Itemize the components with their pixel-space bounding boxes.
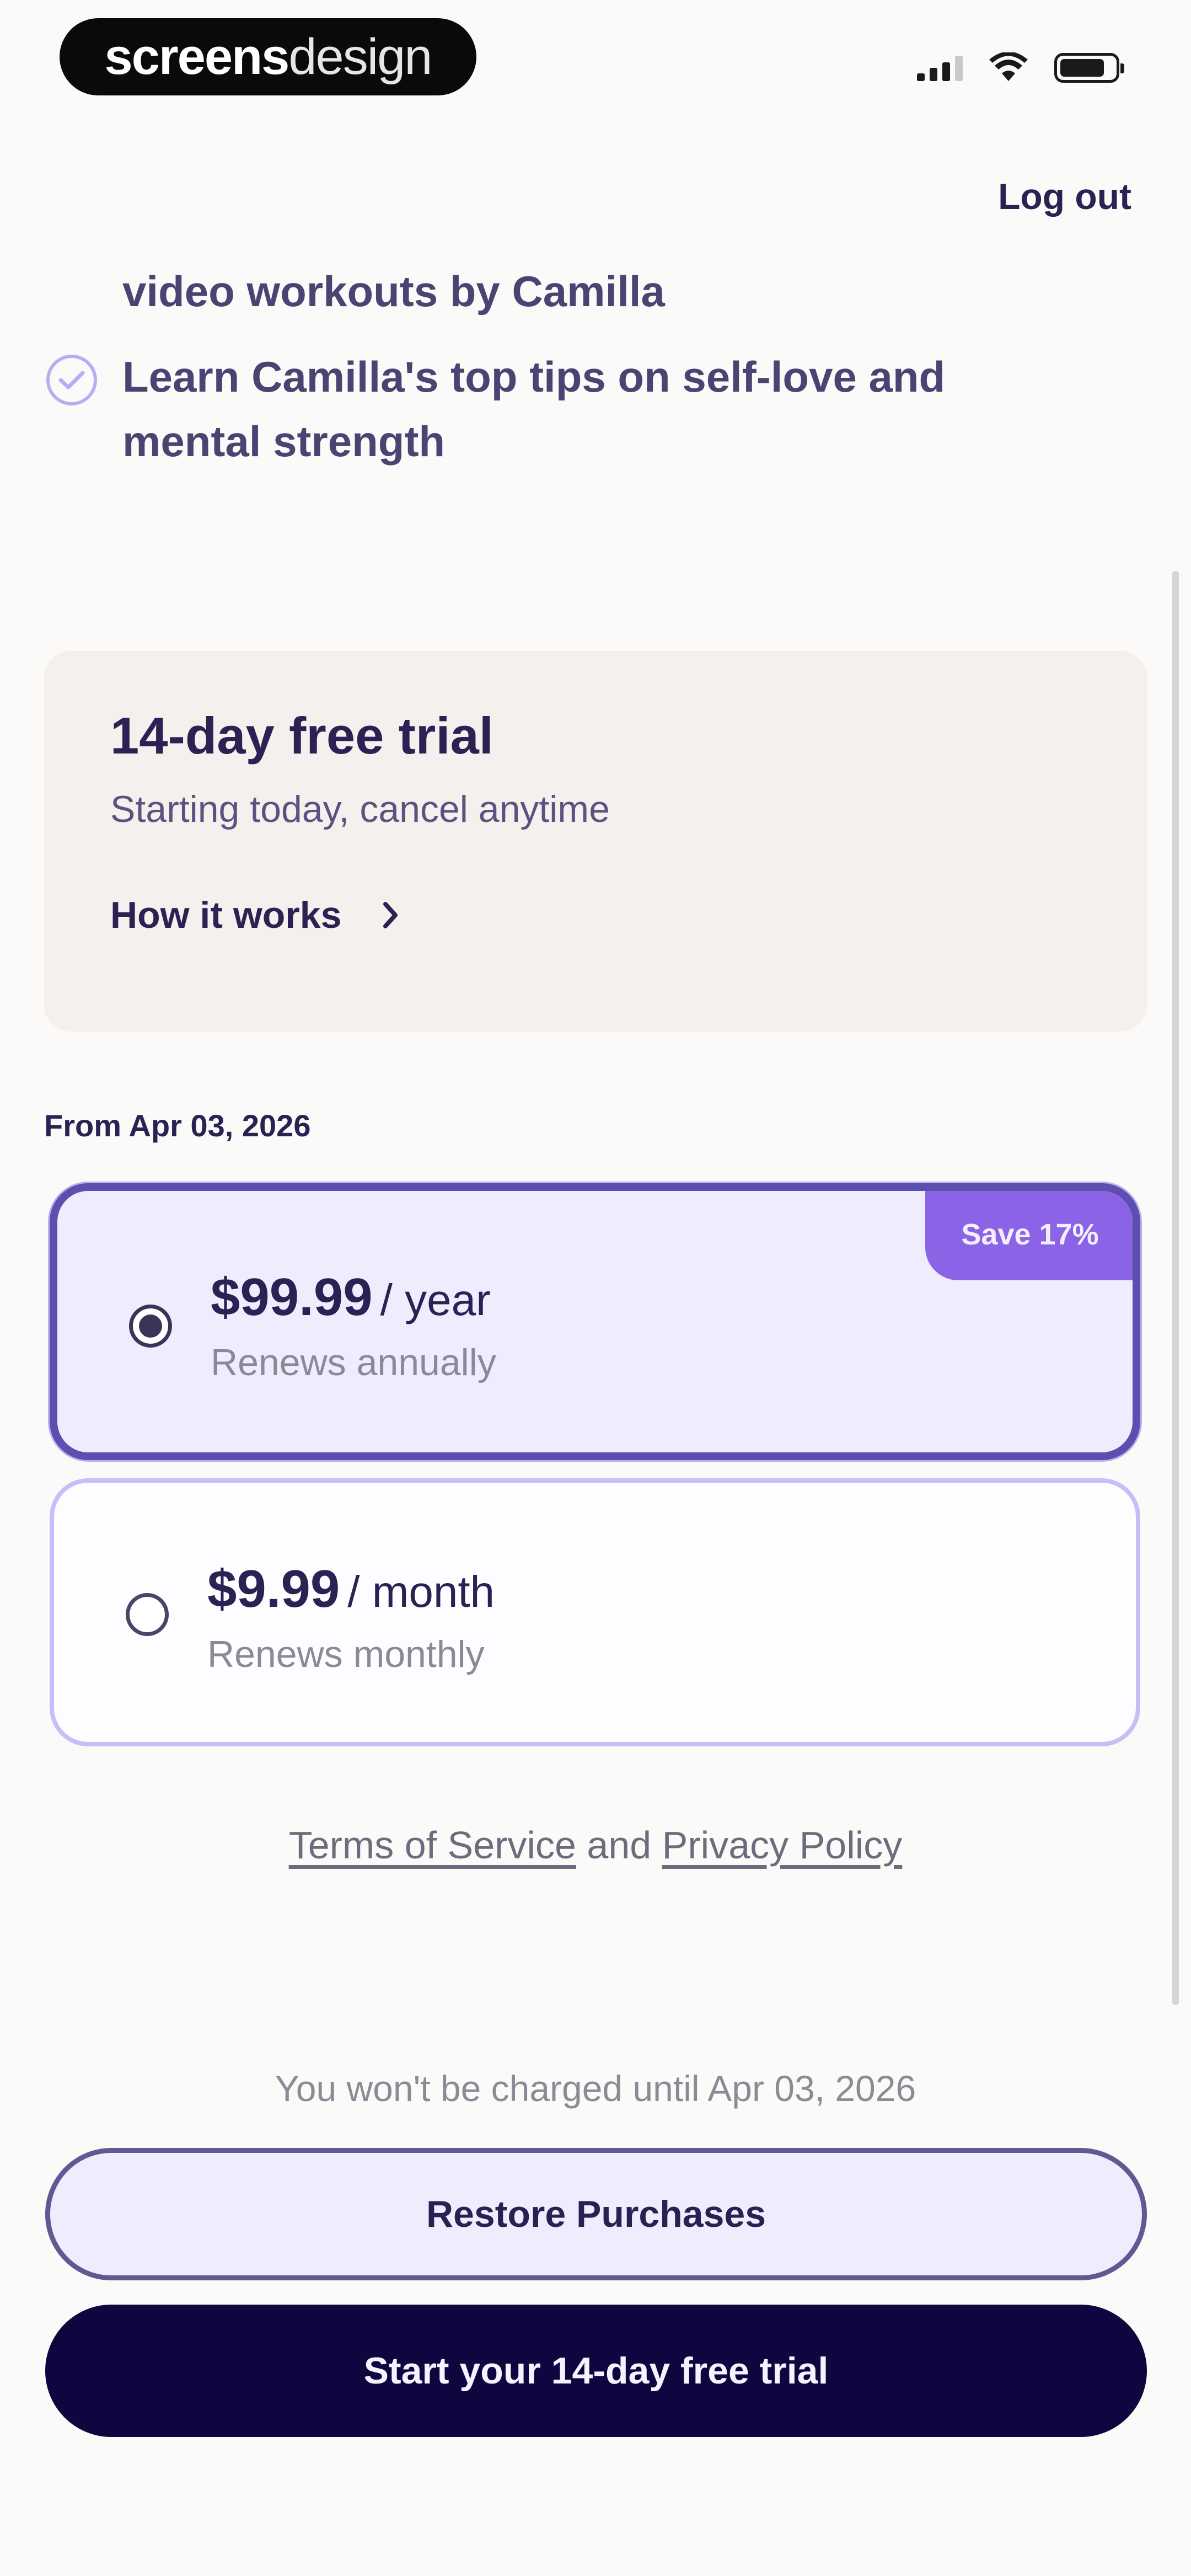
radio-selected-icon[interactable]: [129, 1305, 172, 1348]
logout-button[interactable]: Log out: [998, 175, 1131, 217]
plan-renewal-text: Renews annually: [211, 1342, 496, 1383]
radio-unselected-icon[interactable]: [126, 1593, 169, 1636]
trial-subtitle: Starting today, cancel anytime: [110, 788, 610, 830]
plans-start-date: From Apr 03, 2026: [44, 1108, 311, 1143]
feature-item: Learn Camilla's top tips on self-love an…: [46, 345, 1094, 474]
plan-price-line: $9.99 / month: [207, 1559, 495, 1620]
status-icons: [917, 49, 1124, 87]
plan-price: $9.99: [207, 1559, 340, 1618]
battery-icon: [1054, 53, 1124, 83]
start-trial-button[interactable]: Start your 14-day free trial: [45, 2305, 1147, 2437]
wifi-icon: [989, 52, 1028, 81]
status-bar: screens design: [0, 0, 1191, 132]
legal-and-text: and: [587, 1824, 652, 1867]
plan-period: / month: [347, 1567, 495, 1616]
signal-icon: [917, 55, 963, 81]
privacy-policy-link[interactable]: Privacy Policy: [662, 1824, 903, 1867]
scrollbar[interactable]: [1172, 571, 1179, 2005]
brand-text-light: design: [288, 28, 432, 85]
feature-continued-text: video workouts by Camilla: [122, 267, 665, 316]
save-badge: Save 17%: [925, 1191, 1133, 1280]
plan-option-monthly[interactable]: $9.99 / month Renews monthly: [50, 1478, 1140, 1746]
plan-renewal-text: Renews monthly: [207, 1633, 485, 1675]
plan-price-line: $99.99 / year: [211, 1267, 491, 1328]
how-it-works-link[interactable]: How it works: [110, 894, 400, 937]
how-it-works-label: How it works: [110, 894, 342, 936]
brand-text-bold: screens: [104, 28, 290, 85]
billing-notice: You won't be charged until Apr 03, 2026: [275, 2068, 916, 2109]
feature-item-text: Learn Camilla's top tips on self-love an…: [122, 352, 946, 466]
check-circle-icon: [46, 355, 97, 405]
chevron-right-icon: [383, 902, 398, 928]
terms-of-service-link[interactable]: Terms of Service: [289, 1824, 576, 1867]
plan-price: $99.99: [211, 1268, 373, 1327]
restore-purchases-button[interactable]: Restore Purchases: [45, 2148, 1147, 2280]
trial-info-card: 14-day free trial Starting today, cancel…: [44, 651, 1147, 1032]
legal-links: Terms of Service and Privacy Policy: [0, 1823, 1191, 1867]
trial-title: 14-day free trial: [110, 707, 493, 765]
plan-period: / year: [380, 1275, 491, 1324]
brand-logo: screens design: [60, 18, 476, 95]
plan-option-yearly[interactable]: Save 17% $99.99 / year Renews annually: [50, 1183, 1140, 1460]
